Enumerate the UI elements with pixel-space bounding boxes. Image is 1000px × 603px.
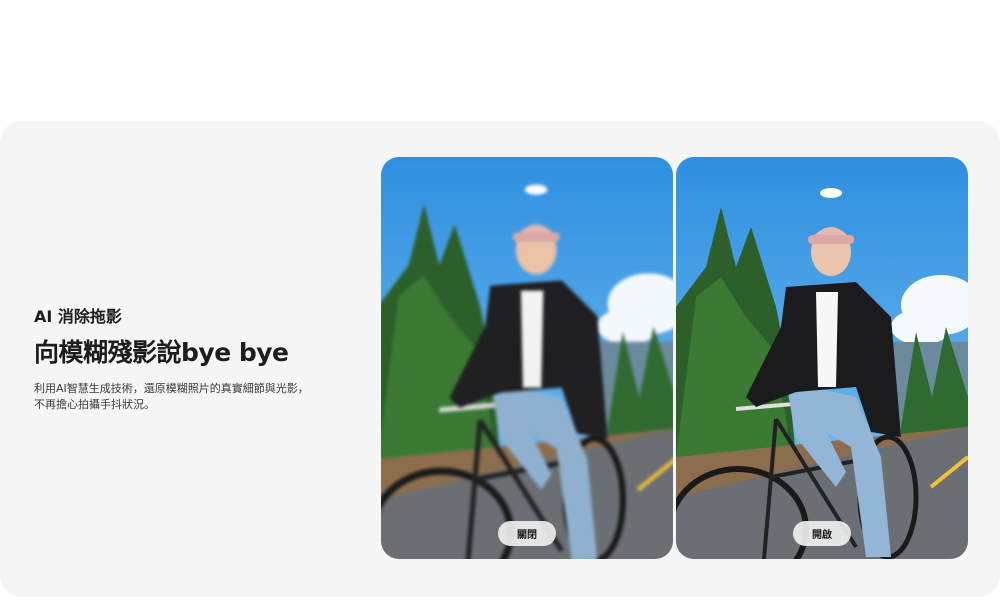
sharp-cyclist-photo <box>676 157 968 559</box>
description-line: 不再擔心拍攝手抖狀況。 <box>34 398 155 411</box>
feature-eyebrow: AI 消除拖影 <box>34 307 122 326</box>
description-line: 利用AI智慧生成技術，還原模糊照片的真實細節與光影， <box>34 382 309 395</box>
feature-headline: 向模糊殘影說bye bye <box>34 338 289 367</box>
toggle-on-button[interactable]: 開啟 <box>793 521 851 546</box>
feature-description: 利用AI智慧生成技術，還原模糊照片的真實細節與光影， 不再擔心拍攝手抖狀況。 <box>34 381 354 413</box>
toggle-off-button[interactable]: 關閉 <box>498 521 556 546</box>
before-photo-panel: 關閉 <box>381 157 673 559</box>
after-photo-panel: 開啟 <box>676 157 968 559</box>
feature-text-block: AI 消除拖影 向模糊殘影說bye bye 利用AI智慧生成技術，還原模糊照片的… <box>34 307 354 413</box>
feature-card: AI 消除拖影 向模糊殘影說bye bye 利用AI智慧生成技術，還原模糊照片的… <box>0 121 1000 597</box>
blurry-cyclist-photo <box>381 157 673 559</box>
